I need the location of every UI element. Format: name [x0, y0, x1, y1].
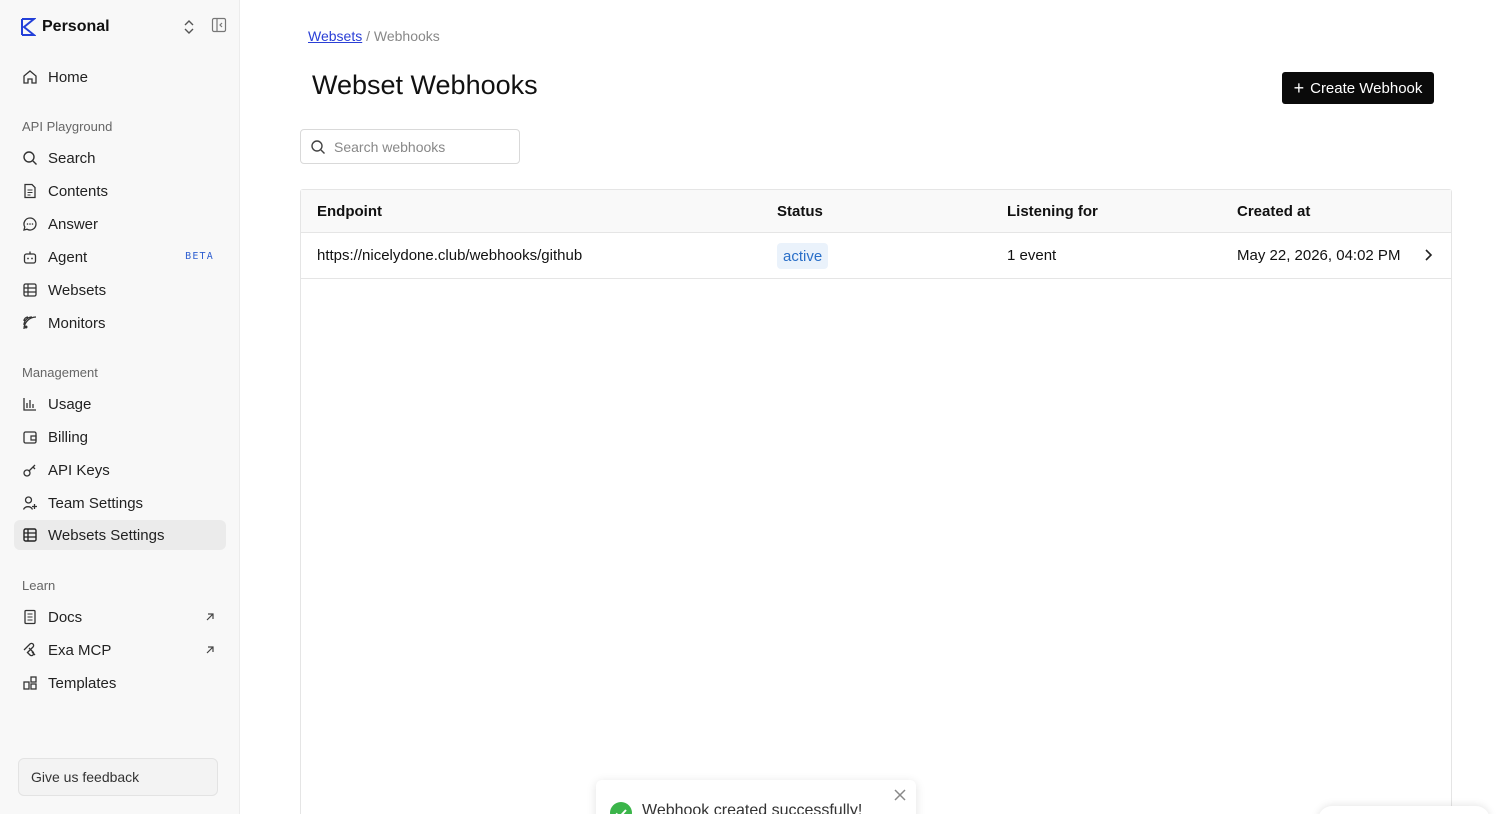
search-webhooks-field[interactable]: [300, 129, 520, 164]
home-icon: [22, 69, 38, 85]
bar-chart-icon: [22, 396, 38, 412]
book-icon: [22, 609, 38, 625]
table-row[interactable]: https://nicelydone.club/webhooks/github …: [301, 233, 1451, 279]
grid-icon: [22, 527, 38, 543]
status-badge: active: [777, 243, 829, 269]
sidebar-item-label: Contents: [48, 182, 109, 200]
chevron-right-icon[interactable]: [1421, 248, 1435, 262]
column-header-created-at: Created at: [1237, 203, 1311, 220]
listening-for-cell: 1 event: [1007, 247, 1057, 264]
column-header-status: Status: [777, 203, 823, 220]
sidebar-item-label: Docs: [48, 608, 83, 626]
breadcrumb: Websets / Webhooks: [308, 28, 440, 44]
sidebar-item-label: Monitors: [48, 314, 106, 332]
search-icon: [22, 150, 38, 166]
webhooks-table: Endpoint Status Listening for Created at…: [300, 189, 1452, 814]
sidebar-item-label: Websets Settings: [48, 526, 165, 544]
sidebar-item-docs[interactable]: Docs: [14, 602, 226, 632]
sidebar-collapse-icon[interactable]: [210, 16, 228, 34]
document-icon: [22, 183, 38, 199]
sidebar-item-label: Exa MCP: [48, 641, 112, 659]
page-title: Webset Webhooks: [312, 70, 538, 100]
sidebar: Personal Home API Playground Search Cont…: [0, 0, 240, 814]
sidebar-item-label: Home: [48, 68, 89, 86]
table-header: Endpoint Status Listening for Created at: [301, 190, 1451, 233]
sidebar-item-contents[interactable]: Contents: [14, 176, 226, 206]
check-circle-icon: [610, 802, 632, 814]
column-header-endpoint: Endpoint: [317, 203, 382, 220]
created-at-cell: May 22, 2026, 04:02 PM: [1237, 247, 1401, 264]
sidebar-item-templates[interactable]: Templates: [14, 668, 226, 698]
key-icon: [22, 462, 38, 478]
chevron-up-down-icon[interactable]: [180, 18, 198, 36]
sidebar-item-agent[interactable]: Agent BETA: [14, 242, 226, 272]
sidebar-item-team-settings[interactable]: Team Settings: [14, 488, 226, 518]
sidebar-item-label: API Keys: [48, 461, 110, 479]
search-icon: [310, 139, 326, 155]
column-header-listening-for: Listening for: [1007, 203, 1098, 220]
sidebar-item-label: Websets: [48, 281, 107, 299]
section-label-management: Management: [22, 365, 98, 380]
sidebar-item-label: Team Settings: [48, 494, 144, 512]
sidebar-item-home[interactable]: Home: [14, 62, 226, 92]
radar-icon: [22, 315, 38, 331]
sidebar-item-label: Agent: [48, 248, 88, 266]
search-webhooks-input[interactable]: [334, 138, 504, 155]
breadcrumb-current: Webhooks: [373, 28, 440, 44]
sidebar-item-usage[interactable]: Usage: [14, 389, 226, 419]
sidebar-item-monitors[interactable]: Monitors: [14, 308, 226, 338]
success-toast: Webhook created successfully!: [596, 780, 916, 814]
create-webhook-label: Create Webhook: [1310, 79, 1423, 97]
user-plus-icon: [22, 495, 38, 511]
chat-bubble-icon: [22, 216, 38, 232]
sidebar-item-label: Templates: [48, 674, 117, 692]
external-link-icon: [204, 610, 216, 622]
mcp-icon: [22, 642, 38, 658]
sidebar-item-websets[interactable]: Websets: [14, 275, 226, 305]
wallet-icon: [22, 429, 38, 445]
sidebar-item-websets-settings[interactable]: Websets Settings: [14, 520, 226, 550]
section-label-api-playground: API Playground: [22, 119, 113, 134]
beta-badge: BETA: [185, 251, 214, 262]
sidebar-item-answer[interactable]: Answer: [14, 209, 226, 239]
create-webhook-button[interactable]: + Create Webhook: [1282, 72, 1434, 104]
sidebar-item-search[interactable]: Search: [14, 143, 226, 173]
endpoint-cell: https://nicelydone.club/webhooks/github: [317, 247, 583, 264]
sidebar-item-label: Answer: [48, 215, 99, 233]
robot-icon: [22, 249, 38, 265]
sidebar-item-billing[interactable]: Billing: [14, 422, 226, 452]
sidebar-item-label: Usage: [48, 395, 92, 413]
toast-message: Webhook created successfully!: [642, 802, 863, 814]
external-link-icon: [204, 643, 216, 655]
workspace-header[interactable]: Personal: [14, 12, 234, 42]
feedback-button[interactable]: Give us feedback: [18, 758, 218, 796]
templates-icon: [22, 675, 38, 691]
close-icon[interactable]: [894, 788, 906, 801]
section-label-learn: Learn: [22, 578, 56, 593]
sidebar-item-exa-mcp[interactable]: Exa MCP: [14, 635, 226, 665]
sidebar-item-label: Billing: [48, 428, 89, 446]
sidebar-item-label: Search: [48, 149, 96, 167]
breadcrumb-separator: /: [366, 28, 370, 44]
workspace-name: Personal: [42, 18, 110, 35]
exa-logo-icon: [20, 18, 38, 36]
floating-widget[interactable]: [1318, 806, 1490, 814]
sidebar-item-api-keys[interactable]: API Keys: [14, 455, 226, 485]
grid-icon: [22, 282, 38, 298]
plus-icon: +: [1293, 78, 1305, 98]
breadcrumb-link-websets[interactable]: Websets: [308, 28, 362, 44]
